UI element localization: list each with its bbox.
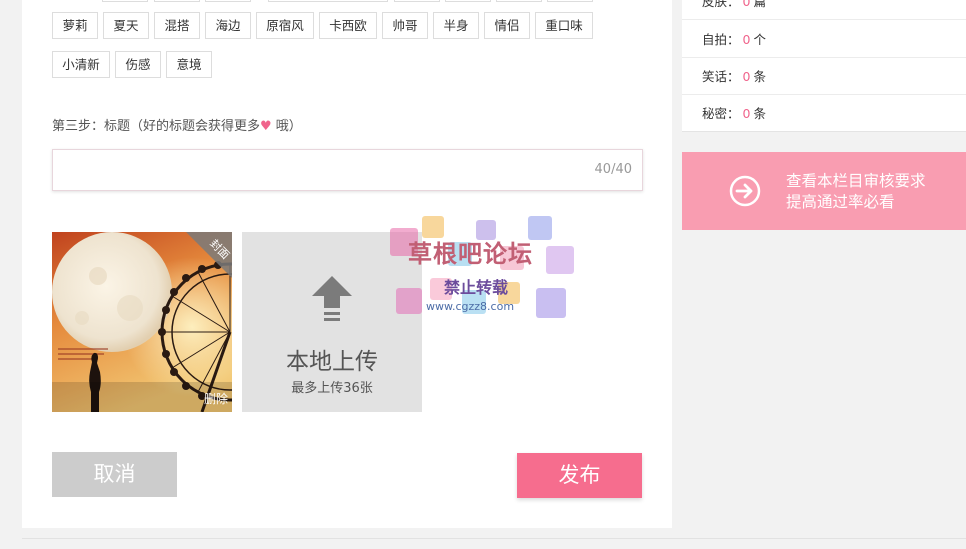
- watermark-background: [390, 216, 574, 318]
- tag-stub: [496, 0, 542, 2]
- tag-stub: [102, 0, 148, 2]
- tag-item[interactable]: 重口味: [535, 12, 593, 39]
- stat-row-secrets: 秘密： 0 条: [682, 95, 966, 132]
- watermark: 草根吧论坛 禁止转载 www.cgzz8.com: [386, 212, 582, 334]
- delete-button[interactable]: 删除: [204, 390, 228, 407]
- cancel-button[interactable]: 取消: [52, 452, 177, 497]
- arrow-right-circle-icon: [729, 175, 761, 207]
- stat-row-selfie: 自拍： 0 个: [682, 21, 966, 58]
- stat-row-skin: 皮肤： 0 篇: [682, 0, 966, 20]
- tag-item[interactable]: 伤感: [115, 51, 161, 78]
- step3-text: 第三步：标题（好的标题会获得更多: [52, 119, 261, 134]
- review-requirements-link[interactable]: 查看本栏目审核要求 提高通过率必看: [682, 152, 966, 230]
- tag-stub: [268, 0, 388, 2]
- tag-item[interactable]: 小清新: [52, 51, 110, 78]
- stat-label: 笑话：: [702, 69, 740, 84]
- tag-stub: [445, 0, 491, 2]
- upload-arrow-icon: [312, 276, 352, 321]
- publish-button[interactable]: 发布: [517, 453, 642, 498]
- stat-unit: 条: [753, 106, 766, 121]
- review-line2: 提高通过率必看: [786, 193, 895, 211]
- upload-title: 本地上传: [286, 349, 378, 375]
- tag-stub: [205, 0, 251, 2]
- step3-label: 第三步：标题（好的标题会获得更多♥ 哦）: [52, 115, 302, 134]
- tag-item[interactable]: 情侣: [484, 12, 530, 39]
- watermark-title: 草根吧论坛: [408, 240, 533, 268]
- stat-row-jokes: 笑话： 0 条: [682, 58, 966, 95]
- tag-item[interactable]: 帅哥: [382, 12, 428, 39]
- stat-value: 0: [742, 106, 751, 121]
- tag-item[interactable]: 海边: [205, 12, 251, 39]
- stat-value: 0: [742, 0, 751, 9]
- stat-value: 0: [742, 69, 751, 84]
- tag-item[interactable]: 卡西欧: [319, 12, 377, 39]
- divider: [22, 538, 966, 539]
- stat-label: 自拍：: [702, 32, 740, 47]
- tag-item[interactable]: 混搭: [154, 12, 200, 39]
- stat-label: 秘密：: [702, 106, 740, 121]
- char-count: 40/40: [594, 162, 632, 177]
- tag-item[interactable]: 半身: [433, 12, 479, 39]
- stat-unit: 条: [753, 69, 766, 84]
- tag-stub: [394, 0, 440, 2]
- tag-stub: [547, 0, 593, 2]
- tag-item[interactable]: 原宿风: [256, 12, 314, 39]
- tag-item[interactable]: 萝莉: [52, 12, 98, 39]
- tag-stub: [154, 0, 200, 2]
- stat-label: 皮肤：: [702, 0, 740, 9]
- title-input[interactable]: [53, 150, 642, 190]
- title-field[interactable]: 40/40: [52, 149, 643, 191]
- stat-value: 0: [742, 32, 751, 47]
- watermark-url: www.cgzz8.com: [426, 300, 515, 313]
- tag-item[interactable]: 意境: [166, 51, 212, 78]
- stat-unit: 篇: [753, 0, 766, 9]
- uploaded-photo[interactable]: 封面 删除: [52, 232, 232, 412]
- tag-item[interactable]: 夏天: [103, 12, 149, 39]
- heart-icon: ♥: [260, 119, 272, 134]
- upload-limit: 最多上传36张: [291, 381, 373, 396]
- watermark-subtitle: 禁止转载: [444, 278, 509, 297]
- step3-suffix: 哦）: [271, 119, 302, 134]
- stats-panel: 皮肤： 0 篇 自拍： 0 个 笑话： 0 条 秘密： 0 条: [682, 0, 966, 132]
- review-line1: 查看本栏目审核要求: [786, 172, 926, 190]
- review-text: 查看本栏目审核要求 提高通过率必看: [786, 171, 926, 213]
- stat-unit: 个: [753, 32, 766, 47]
